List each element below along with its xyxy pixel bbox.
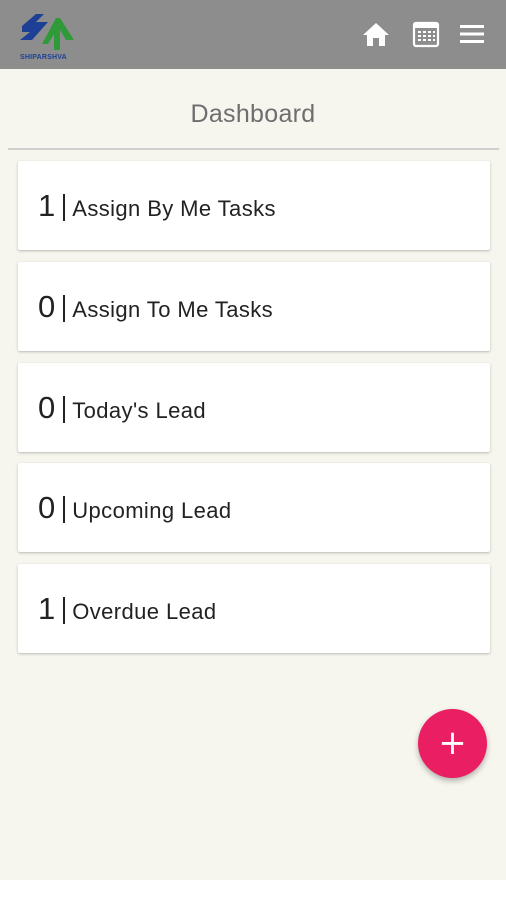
plus-icon: + [438, 722, 467, 763]
app-logo[interactable]: SHIPARSHVA [18, 10, 80, 64]
card-overdue-lead[interactable]: 1 Overdue Lead [18, 564, 490, 653]
card-separator [63, 295, 66, 322]
card-todays-lead[interactable]: 0 Today's Lead [18, 363, 490, 452]
menu-icon[interactable] [456, 18, 488, 50]
card-count: 0 [38, 490, 56, 525]
card-separator [63, 496, 66, 523]
card-upcoming-lead[interactable]: 0 Upcoming Lead [18, 463, 490, 552]
card-count: 0 [38, 289, 56, 324]
card-count: 1 [38, 188, 56, 223]
card-assign-by-me-tasks[interactable]: 1 Assign By Me Tasks [18, 161, 490, 250]
title-divider [8, 148, 499, 150]
card-assign-to-me-tasks[interactable]: 0 Assign To Me Tasks [18, 262, 490, 351]
app-screen: SHIPARSHVA Dashboard 1 Assign By Me Task… [0, 0, 506, 880]
card-label: Upcoming Lead [72, 497, 232, 523]
card-label: Today's Lead [72, 397, 207, 423]
logo-text: SHIPARSHVA [20, 54, 67, 61]
card-separator [63, 194, 66, 221]
card-count: 0 [38, 390, 56, 425]
card-separator [63, 597, 66, 624]
logo-mark-icon [20, 14, 74, 50]
card-label: Assign To Me Tasks [72, 296, 274, 322]
card-label: Overdue Lead [72, 598, 217, 624]
card-count: 1 [38, 591, 56, 626]
home-icon[interactable] [360, 18, 392, 50]
add-button[interactable]: + [418, 709, 487, 778]
card-separator [63, 396, 66, 423]
page-title: Dashboard [190, 100, 316, 128]
card-label: Assign By Me Tasks [72, 195, 276, 221]
app-bar: SHIPARSHVA [0, 0, 506, 69]
calendar-icon[interactable] [410, 18, 442, 50]
